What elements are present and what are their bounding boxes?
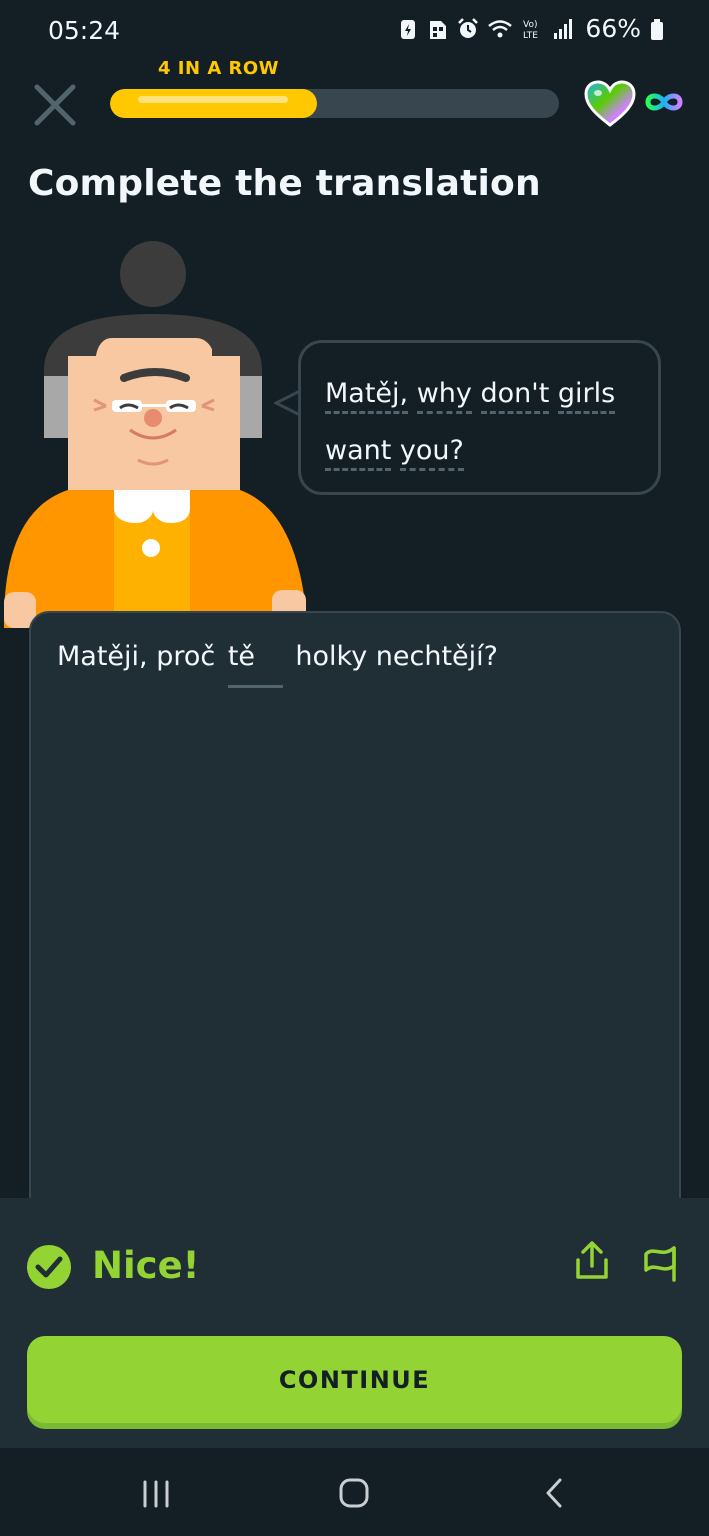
close-icon[interactable] (30, 80, 80, 130)
streak-label: 4 IN A ROW (158, 58, 280, 79)
sim-icon (430, 20, 447, 39)
progress-fill (110, 89, 317, 118)
prompt-word[interactable]: want (325, 435, 392, 471)
battery-percent: 66% (585, 14, 641, 43)
answer-input-area[interactable]: Matěji, proč tě holky nechtějí? (29, 611, 681, 1251)
signal-icon (554, 18, 573, 39)
infinity-icon (645, 93, 683, 111)
prompt-word[interactable]: girls (557, 378, 616, 414)
answer-sentence: Matěji, proč tě holky nechtějí? (57, 641, 498, 688)
prompt-word[interactable]: don't (480, 378, 550, 414)
home-icon[interactable] (334, 1476, 374, 1512)
recent-apps-icon[interactable] (136, 1476, 176, 1512)
feedback-panel: Nice! CONTINUE (0, 1198, 709, 1448)
volte-icon: Vo)LTE (523, 20, 538, 41)
svg-text:LTE: LTE (523, 31, 538, 41)
prompt-word[interactable]: Matěj, (325, 378, 409, 414)
svg-text:Vo): Vo) (523, 20, 537, 30)
wifi-icon (488, 19, 513, 37)
heart-icon[interactable] (584, 80, 636, 128)
system-nav-bar (0, 1448, 709, 1536)
answer-text-before: Matěji, proč (57, 641, 216, 672)
check-icon (27, 1245, 71, 1289)
report-flag-icon[interactable] (640, 1240, 680, 1282)
battery-icon (651, 18, 663, 40)
character-illustration (4, 241, 306, 628)
continue-label: CONTINUE (278, 1365, 431, 1394)
continue-button[interactable]: CONTINUE (27, 1336, 682, 1423)
answer-filled-word: tě (227, 641, 256, 672)
prompt-word[interactable]: you? (399, 435, 464, 471)
status-time: 05:24 (48, 16, 121, 45)
lesson-progress-bar (110, 89, 559, 118)
answer-blank[interactable]: tě (227, 641, 283, 688)
status-icons: Vo) LTE 66% (397, 14, 665, 43)
prompt-word[interactable]: why (416, 378, 472, 414)
battery-saver-icon (401, 19, 416, 39)
prompt-sentence: Matěj, why don't girls want you? (325, 365, 645, 479)
feedback-label: Nice! (92, 1244, 200, 1287)
progress-shine (138, 96, 288, 103)
page-title: Complete the translation (28, 163, 541, 204)
back-icon[interactable] (534, 1476, 574, 1512)
speech-bubble: Matěj, why don't girls want you? (298, 340, 661, 495)
share-icon[interactable] (572, 1240, 612, 1282)
answer-text-after: holky nechtějí? (295, 641, 498, 672)
status-bar: 05:24 Vo) LTE 66% (0, 0, 709, 64)
alarm-icon (458, 17, 479, 38)
